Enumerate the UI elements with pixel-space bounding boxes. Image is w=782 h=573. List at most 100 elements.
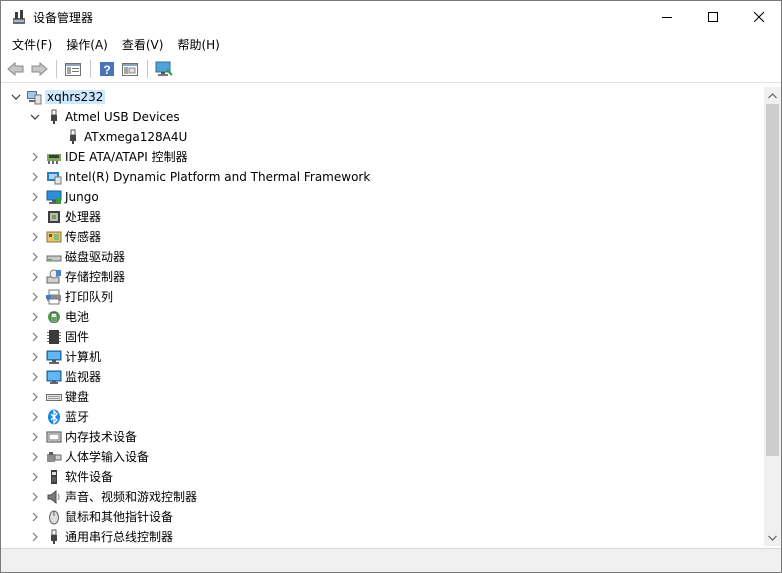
tree-root-computer[interactable]: xqhrs232 — [7, 87, 764, 107]
help-button[interactable]: ? — [96, 58, 118, 80]
chevron-right-icon[interactable] — [30, 332, 40, 342]
chevron-right-icon[interactable] — [30, 272, 40, 282]
tree-expander[interactable] — [29, 187, 41, 207]
tree-expander[interactable] — [29, 287, 41, 307]
tree-expander[interactable] — [29, 447, 41, 467]
tree-expander[interactable] — [29, 427, 41, 447]
menu-help[interactable]: 帮助(H) — [170, 33, 226, 56]
device-tree[interactable]: xqhrs232 Atmel USB Devices ATxmega128A4U ID… — [7, 87, 764, 546]
chevron-right-icon[interactable] — [30, 292, 40, 302]
tree-expander[interactable] — [29, 407, 41, 427]
tree-category-item[interactable]: 计算机 — [7, 347, 764, 367]
chevron-right-icon[interactable] — [30, 172, 40, 182]
tree-item-label: 声音、视频和游戏控制器 — [65, 490, 198, 504]
tree-category-item[interactable]: 声音、视频和游戏控制器 — [7, 487, 764, 507]
tree-expander[interactable] — [29, 307, 41, 327]
tree-expander[interactable] — [29, 507, 41, 527]
tree-category-item[interactable]: 打印队列 — [7, 287, 764, 307]
tree-category-item[interactable]: 通用串行总线控制器 — [7, 527, 764, 546]
scroll-up-button[interactable] — [764, 87, 781, 104]
tree-expander[interactable] — [29, 167, 41, 187]
tree-expander[interactable] — [29, 367, 41, 387]
tree-category-item[interactable]: 固件 — [7, 327, 764, 347]
toolbar-separator — [56, 60, 57, 78]
title-bar[interactable]: 设备管理器 — [1, 1, 781, 32]
chevron-right-icon[interactable] — [30, 212, 40, 222]
menu-bar: 文件(F) 操作(A) 查看(V) 帮助(H) — [1, 32, 781, 56]
tree-expander[interactable] — [29, 527, 41, 546]
show-hidden-button[interactable] — [119, 58, 141, 80]
chevron-right-icon[interactable] — [30, 252, 40, 262]
tree-item-label: 监视器 — [65, 370, 102, 384]
chevron-right-icon[interactable] — [30, 312, 40, 322]
scroll-down-button[interactable] — [764, 529, 781, 546]
chevron-right-icon[interactable] — [30, 372, 40, 382]
chevron-right-icon[interactable] — [30, 472, 40, 482]
chevron-right-icon[interactable] — [30, 152, 40, 162]
chevron-down-icon[interactable] — [11, 92, 21, 102]
chevron-right-icon[interactable] — [30, 492, 40, 502]
tree-category-item[interactable]: 鼠标和其他指针设备 — [7, 507, 764, 527]
node-icon — [46, 329, 62, 345]
tree-expander[interactable] — [29, 147, 41, 167]
tree-expander[interactable] — [29, 207, 41, 227]
tree-category-item[interactable]: 内存技术设备 — [7, 427, 764, 447]
menu-action[interactable]: 操作(A) — [59, 33, 115, 56]
tree-expander[interactable] — [29, 387, 41, 407]
tree-item-label: 处理器 — [65, 210, 102, 224]
tree-expander[interactable] — [29, 107, 41, 127]
chevron-right-icon[interactable] — [30, 412, 40, 422]
back-icon — [7, 61, 24, 77]
forward-button[interactable] — [28, 58, 50, 80]
tree-expander[interactable] — [29, 267, 41, 287]
tree-expander[interactable] — [29, 327, 41, 347]
usb-icon — [70, 129, 76, 144]
device-manager-window: 设备管理器 文件(F) 操作(A) 查看(V) 帮助(H) ? xqhrs232… — [0, 0, 782, 573]
tree-category-item[interactable]: 处理器 — [7, 207, 764, 227]
scan-hardware-button[interactable] — [153, 58, 175, 80]
node-icon — [46, 169, 62, 185]
tree-category-item[interactable]: 传感器 — [7, 227, 764, 247]
tree-expander[interactable] — [29, 227, 41, 247]
hid-icon — [47, 452, 62, 462]
chevron-right-icon[interactable] — [30, 432, 40, 442]
tree-category-item[interactable]: 监视器 — [7, 367, 764, 387]
chevron-right-icon[interactable] — [30, 512, 40, 522]
sensor-icon — [46, 231, 62, 243]
scrollbar-thumb[interactable] — [766, 104, 779, 456]
tree-expander[interactable] — [10, 87, 22, 107]
minimize-button[interactable] — [644, 1, 690, 32]
maximize-button[interactable] — [690, 1, 736, 32]
tree-expander[interactable] — [29, 347, 41, 367]
chevron-right-icon[interactable] — [30, 532, 40, 542]
close-button[interactable] — [736, 1, 782, 32]
vertical-scrollbar[interactable] — [764, 87, 781, 546]
tree-category-item[interactable]: 存储控制器 — [7, 267, 764, 287]
tree-category-item[interactable]: 磁盘驱动器 — [7, 247, 764, 267]
tree-expander[interactable] — [29, 487, 41, 507]
chevron-down-icon[interactable] — [30, 112, 40, 122]
tree-category-item[interactable]: Intel(R) Dynamic Platform and Thermal Fr… — [7, 167, 764, 187]
tree-category-item[interactable]: Jungo — [7, 187, 764, 207]
tree-category-item[interactable]: 人体学输入设备 — [7, 447, 764, 467]
tree-category-item[interactable]: 蓝牙 — [7, 407, 764, 427]
tree-category-item[interactable]: 软件设备 — [7, 467, 764, 487]
properties-button[interactable] — [62, 58, 84, 80]
chevron-right-icon[interactable] — [30, 352, 40, 362]
chevron-right-icon[interactable] — [30, 232, 40, 242]
tree-category-item[interactable]: IDE ATA/ATAPI 控制器 — [7, 147, 764, 167]
firmware-icon — [47, 330, 61, 344]
menu-file[interactable]: 文件(F) — [5, 33, 59, 56]
chevron-right-icon[interactable] — [30, 392, 40, 402]
tree-expander[interactable] — [29, 247, 41, 267]
chevron-right-icon[interactable] — [30, 452, 40, 462]
tree-category-item[interactable]: Atmel USB Devices — [7, 107, 764, 127]
node-icon — [65, 129, 81, 145]
chevron-right-icon[interactable] — [30, 192, 40, 202]
tree-device-item[interactable]: ATxmega128A4U — [7, 127, 764, 147]
back-button[interactable] — [5, 58, 27, 80]
menu-view[interactable]: 查看(V) — [115, 33, 171, 56]
tree-category-item[interactable]: 键盘 — [7, 387, 764, 407]
tree-category-item[interactable]: 电池 — [7, 307, 764, 327]
tree-expander[interactable] — [29, 467, 41, 487]
